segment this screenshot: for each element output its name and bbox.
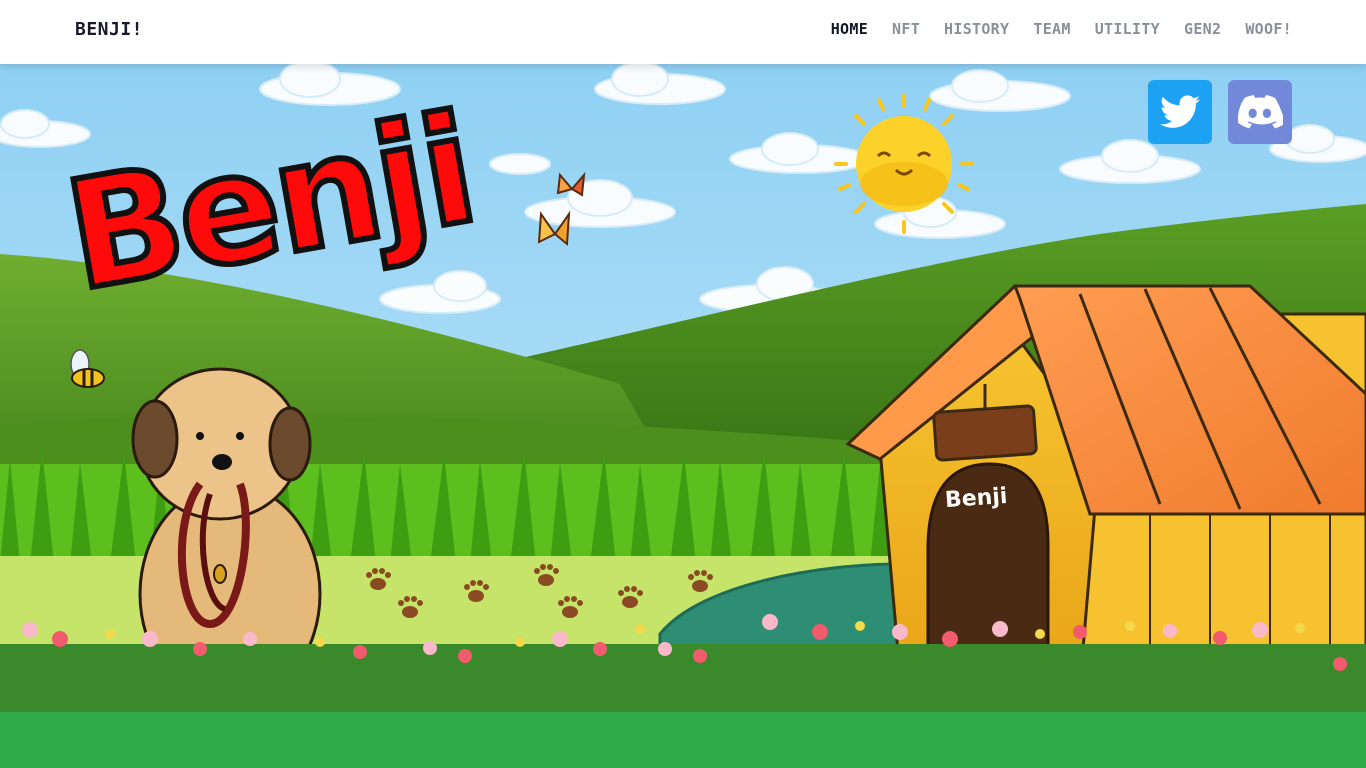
flower-bed [0,644,1366,714]
nav-link-history[interactable]: HISTORY [944,20,1009,38]
nav-item-woof: WOOF! [1245,19,1292,38]
discord-icon [1237,95,1283,129]
brand-logo-link[interactable]: BENJI! [75,19,143,40]
nav-item-nft: NFT [892,19,920,38]
nav-link-nft[interactable]: NFT [892,20,920,38]
twitter-button[interactable] [1148,80,1212,144]
doghouse-sign [932,404,1038,462]
top-navbar: BENJI! HOME NFT HISTORY TEAM UTILITY GEN… [0,0,1366,64]
foreground-grass [0,712,1366,768]
twitter-icon [1160,95,1200,128]
nav-item-home: HOME [831,19,868,38]
doghouse-sign-text: Benji [944,483,1009,514]
nav-item-history: HISTORY [944,19,1009,38]
sun [834,94,974,234]
nav-item-utility: UTILITY [1095,19,1160,38]
nav-link-team[interactable]: TEAM [1033,20,1070,38]
main-nav: HOME NFT HISTORY TEAM UTILITY GEN2 WOOF! [831,19,1292,38]
nav-link-utility[interactable]: UTILITY [1095,20,1160,38]
nav-item-gen2: GEN2 [1184,19,1221,38]
hero-scene: Benji Benji [0,64,1366,768]
nav-link-home[interactable]: HOME [831,20,868,38]
discord-button[interactable] [1228,80,1292,144]
nav-link-gen2[interactable]: GEN2 [1184,20,1221,38]
nav-item-team: TEAM [1033,19,1070,38]
nav-link-woof[interactable]: WOOF! [1245,20,1292,38]
